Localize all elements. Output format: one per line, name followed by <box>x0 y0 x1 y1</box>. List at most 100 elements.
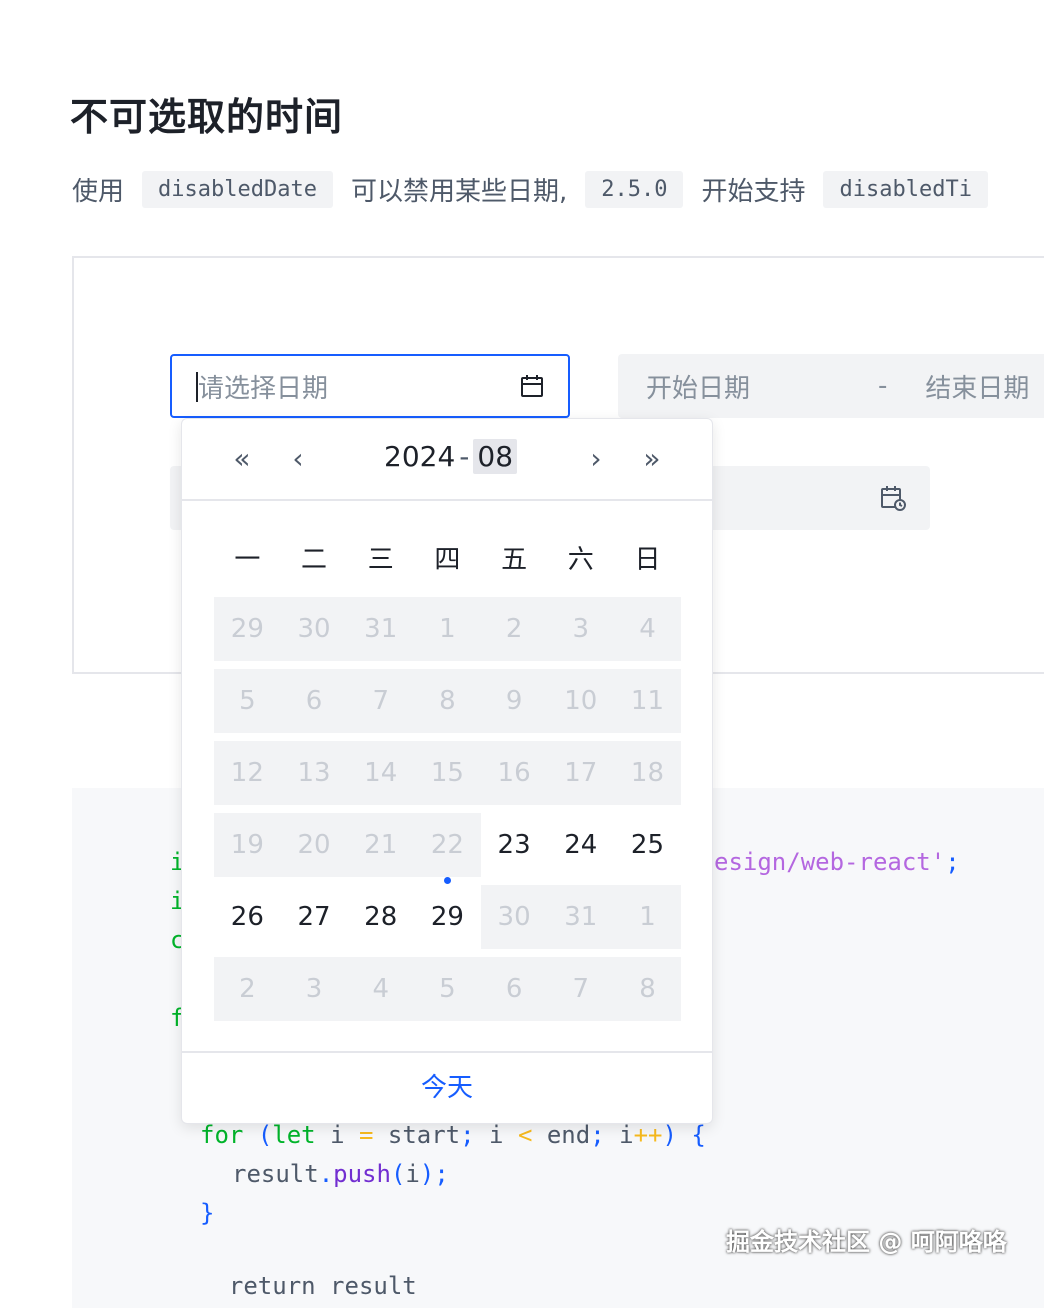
today-day-number: 22 <box>430 830 464 860</box>
today-marker-dot <box>444 877 452 884</box>
calendar-day-disabled: 6 <box>480 957 548 1021</box>
calendar-day-disabled: 1 <box>614 885 681 949</box>
weekday-row: 一 二 三 四 五 六 日 <box>214 539 681 576</box>
calendar-day-disabled: 8 <box>614 957 681 1021</box>
text-cursor <box>196 372 198 402</box>
code-brace-close: } <box>200 1199 215 1227</box>
calendar-day-disabled: 7 <box>347 669 415 733</box>
calendar-day-disabled: 13 <box>280 741 348 805</box>
date-picker-placeholder: 请选择日期 <box>198 373 329 404</box>
calendar-day-disabled: 17 <box>547 741 615 805</box>
calendar-day-disabled: 4 <box>347 957 415 1021</box>
code-sc1: ; <box>460 1121 475 1149</box>
calendar-day-disabled: 14 <box>347 741 415 805</box>
code-result: result <box>232 1160 319 1188</box>
date-picker-popup: « ‹ 2024 - 08 › » 一 二 三 四 五 六 日 29 30 31… <box>181 418 713 1124</box>
desc-text-2: 可以禁用某些日期, <box>350 176 568 207</box>
weekday-label: 六 <box>567 545 594 575</box>
calendar-day-disabled: 16 <box>480 741 548 805</box>
code-push-sc: ; <box>434 1160 449 1188</box>
range-start-placeholder[interactable]: 开始日期 <box>646 368 750 405</box>
calendar-day-disabled: 20 <box>280 813 348 877</box>
calendar-week: 26 27 28 29 30 31 1 <box>214 885 681 949</box>
code-import-string: esign/web-react' <box>714 848 946 876</box>
calendar-day[interactable]: 29 <box>414 885 481 949</box>
calendar-icon[interactable] <box>520 374 544 398</box>
today-button[interactable]: 今天 <box>421 1073 473 1103</box>
calendar-day[interactable]: 24 <box>547 813 615 877</box>
code-paren-open: ( <box>257 1121 273 1149</box>
calendar-week: 12 13 14 15 16 17 18 <box>214 741 681 805</box>
code-dot: . <box>318 1160 334 1188</box>
calendar-day-disabled: 7 <box>547 957 615 1021</box>
range-picker-input[interactable]: 开始日期 - 结束日期 <box>618 354 1044 418</box>
code-paren-close: ) <box>662 1121 677 1149</box>
calendar-day-disabled: 4 <box>614 597 681 661</box>
next-year-button[interactable]: » <box>632 439 672 479</box>
calendar-day-today: 22 <box>414 813 481 884</box>
calendar-day[interactable]: 25 <box>614 813 681 877</box>
calendar-day-disabled: 18 <box>614 741 681 805</box>
calendar-day-disabled: 5 <box>214 669 281 733</box>
calendar-grid: 29 30 31 1 2 3 4 5 6 7 8 9 10 11 12 13 1… <box>214 597 681 1029</box>
calendar-day-disabled: 19 <box>214 813 281 877</box>
calendar-day-disabled: 5 <box>414 957 481 1021</box>
code-brace-open: { <box>676 1121 706 1149</box>
prev-month-button[interactable]: ‹ <box>278 439 318 479</box>
calendar-week: 19 20 21 22 23 24 25 <box>214 813 681 884</box>
calendar-day-disabled: 6 <box>280 669 348 733</box>
year-month-separator: - <box>459 440 470 473</box>
code-push-close: ) <box>419 1160 435 1188</box>
calendar-day-disabled: 12 <box>214 741 281 805</box>
calendar-day-disabled: 31 <box>547 885 615 949</box>
date-picker-input[interactable]: 请选择日期 <box>170 354 570 418</box>
code-end: end <box>532 1121 591 1149</box>
code-var-i2: i <box>474 1121 518 1149</box>
code-assign: = <box>358 1121 374 1149</box>
code-chip-disabled-time: disabledTi <box>823 170 988 208</box>
weekday-label: 日 <box>634 545 661 575</box>
page-title: 不可选取的时间 <box>70 95 344 139</box>
code-push-arg: i <box>405 1160 420 1188</box>
year-month-label: 2024 - 08 <box>384 439 518 474</box>
code-chip-version: 2.5.0 <box>585 170 684 208</box>
year-label[interactable]: 2024 <box>384 440 455 473</box>
range-end-placeholder[interactable]: 结束日期 <box>925 368 1029 405</box>
calendar-day[interactable]: 23 <box>480 813 548 877</box>
calendar-day-disabled: 2 <box>214 957 281 1021</box>
calendar-day-disabled: 9 <box>480 669 548 733</box>
code-sc2: ; <box>590 1121 605 1149</box>
calendar-day-disabled: 11 <box>614 669 681 733</box>
code-incr: ++ <box>633 1121 663 1149</box>
calendar-day-disabled: 3 <box>547 597 615 661</box>
calendar-footer: 今天 <box>182 1051 712 1123</box>
weekday-label: 五 <box>501 545 528 575</box>
code-var-i3: i <box>604 1121 634 1149</box>
watermark: 掘金技术社区 @ 呵阿咯咯 <box>726 1228 1007 1256</box>
calendar-week: 2 3 4 5 6 7 8 <box>214 957 681 1021</box>
calendar-day-disabled: 30 <box>280 597 348 661</box>
calendar-day-disabled: 30 <box>480 885 548 949</box>
weekday-label: 四 <box>434 545 461 575</box>
range-separator: - <box>878 371 888 401</box>
calendar-header: « ‹ 2024 - 08 › » <box>182 419 712 501</box>
next-month-button[interactable]: › <box>576 439 616 479</box>
code-start: start <box>373 1121 461 1149</box>
calendar-day[interactable]: 27 <box>280 885 348 949</box>
calendar-day-disabled: 21 <box>347 813 415 877</box>
calendar-clock-icon[interactable] <box>880 485 906 511</box>
calendar-day[interactable]: 28 <box>347 885 415 949</box>
code-line-return: return result <box>200 1272 417 1300</box>
calendar-day-disabled: 8 <box>414 669 481 733</box>
code-lt: < <box>517 1121 533 1149</box>
prev-year-button[interactable]: « <box>222 439 262 479</box>
calendar-day-disabled: 1 <box>414 597 481 661</box>
calendar-day-disabled: 3 <box>280 957 348 1021</box>
weekday-label: 三 <box>367 545 394 575</box>
calendar-day-disabled: 10 <box>547 669 615 733</box>
weekday-label: 一 <box>234 545 261 575</box>
month-label[interactable]: 08 <box>473 439 518 474</box>
desc-text-1: 使用 <box>72 176 125 207</box>
calendar-day-disabled: 31 <box>347 597 415 661</box>
calendar-day[interactable]: 26 <box>214 885 281 949</box>
